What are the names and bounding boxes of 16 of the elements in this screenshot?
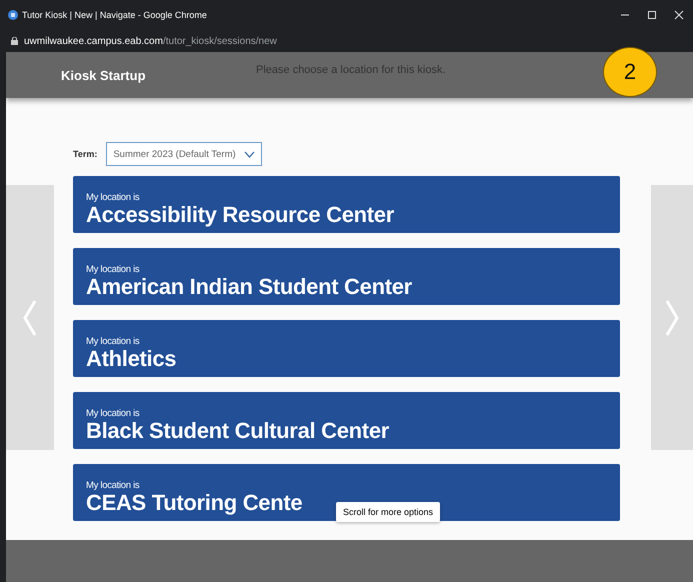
chevron-down-icon [244,150,255,158]
location-button[interactable]: My location is Black Student Cultural Center [73,392,620,449]
location-button[interactable]: My location is Accessibility Resource Center [73,176,620,233]
url-field[interactable]: uwmilwaukee.campus.eab.com/tutor_kiosk/sessions/new [24,36,277,46]
lock-icon [11,37,18,45]
term-dropdown[interactable]: Summer 2023 (Default Term) [106,142,262,166]
chevron-right-icon [665,300,679,336]
app-icon [8,10,18,20]
location-button[interactable]: My location is Athletics [73,320,620,377]
window-title: Tutor Kiosk | New | Navigate - Google Chrome [22,10,208,20]
location-button[interactable]: My location is American Indian Student Center [73,248,620,305]
scroll-tooltip: Scroll for more options [336,502,440,522]
step-badge: 2 [603,47,657,97]
kiosk-title: Kiosk Startup [61,68,147,82]
term-label: Term: [73,149,98,159]
chevron-left-icon [23,300,37,336]
